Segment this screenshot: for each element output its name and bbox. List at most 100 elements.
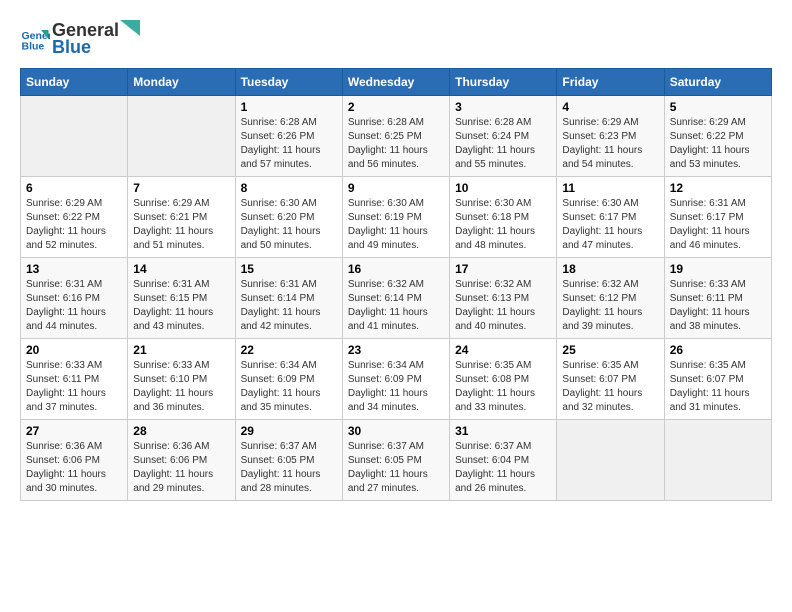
- calendar-table: SundayMondayTuesdayWednesdayThursdayFrid…: [20, 68, 772, 501]
- day-number: 8: [241, 181, 337, 195]
- day-number: 7: [133, 181, 229, 195]
- cell-0-2: 1 Sunrise: 6:28 AM Sunset: 6:26 PM Daylig…: [235, 96, 342, 177]
- cell-1-3: 9Sunrise: 6:30 AM Sunset: 6:19 PM Daylig…: [342, 177, 449, 258]
- day-content: Sunrise: 6:35 AM Sunset: 6:08 PM Dayligh…: [455, 359, 551, 415]
- week-row-2: 6 Sunrise: 6:29 AM Sunset: 6:22 PM Daylig…: [21, 177, 772, 258]
- day-number: 13: [26, 262, 122, 276]
- day-number: 29: [241, 424, 337, 438]
- day-number: 6: [26, 181, 122, 195]
- day-content: Sunrise: 6:28 AM Sunset: 6:25 PM Dayligh…: [348, 116, 444, 172]
- day-number: 5: [670, 100, 766, 114]
- day-number: 16: [348, 262, 444, 276]
- day-content: Sunrise: 6:37 AM Sunset: 6:05 PM Dayligh…: [241, 440, 337, 496]
- page-header: General Blue General Blue: [20, 20, 772, 58]
- logo-icon: General Blue: [20, 24, 50, 54]
- day-content: Sunrise: 6:32 AM Sunset: 6:12 PM Dayligh…: [562, 278, 658, 334]
- cell-0-0: [21, 96, 128, 177]
- day-number: 22: [241, 343, 337, 357]
- day-content: Sunrise: 6:33 AM Sunset: 6:10 PM Dayligh…: [133, 359, 229, 415]
- day-number: 1: [241, 100, 337, 114]
- cell-4-3: 30Sunrise: 6:37 AM Sunset: 6:05 PM Dayli…: [342, 420, 449, 501]
- day-number: 4: [562, 100, 658, 114]
- svg-text:Blue: Blue: [22, 41, 45, 53]
- day-content: Sunrise: 6:31 AM Sunset: 6:14 PM Dayligh…: [241, 278, 337, 334]
- cell-0-5: 4 Sunrise: 6:29 AM Sunset: 6:23 PM Daylig…: [557, 96, 664, 177]
- cell-2-3: 16 Sunrise: 6:32 AM Sunset: 6:14 PM Dayli…: [342, 258, 449, 339]
- day-number: 18: [562, 262, 658, 276]
- cell-2-2: 15 Sunrise: 6:31 AM Sunset: 6:14 PM Dayli…: [235, 258, 342, 339]
- cell-2-1: 14Sunrise: 6:31 AM Sunset: 6:15 PM Dayli…: [128, 258, 235, 339]
- header-row: SundayMondayTuesdayWednesdayThursdayFrid…: [21, 69, 772, 96]
- day-content: Sunrise: 6:29 AM Sunset: 6:23 PM Dayligh…: [562, 116, 658, 172]
- header-wednesday: Wednesday: [342, 69, 449, 96]
- day-content: Sunrise: 6:35 AM Sunset: 6:07 PM Dayligh…: [562, 359, 658, 415]
- day-number: 3: [455, 100, 551, 114]
- cell-0-3: 2 Sunrise: 6:28 AM Sunset: 6:25 PM Daylig…: [342, 96, 449, 177]
- day-content: Sunrise: 6:36 AM Sunset: 6:06 PM Dayligh…: [26, 440, 122, 496]
- logo-arrow-icon: [120, 20, 140, 36]
- day-content: Sunrise: 6:34 AM Sunset: 6:09 PM Dayligh…: [241, 359, 337, 415]
- day-content: Sunrise: 6:33 AM Sunset: 6:11 PM Dayligh…: [670, 278, 766, 334]
- header-thursday: Thursday: [450, 69, 557, 96]
- day-number: 2: [348, 100, 444, 114]
- cell-3-0: 20 Sunrise: 6:33 AM Sunset: 6:11 PM Dayli…: [21, 339, 128, 420]
- day-content: Sunrise: 6:30 AM Sunset: 6:18 PM Dayligh…: [455, 197, 551, 253]
- day-number: 11: [562, 181, 658, 195]
- week-row-5: 27 Sunrise: 6:36 AM Sunset: 6:06 PM Dayli…: [21, 420, 772, 501]
- day-content: Sunrise: 6:31 AM Sunset: 6:16 PM Dayligh…: [26, 278, 122, 334]
- logo: General Blue General Blue: [20, 20, 141, 58]
- header-tuesday: Tuesday: [235, 69, 342, 96]
- cell-4-5: [557, 420, 664, 501]
- day-content: Sunrise: 6:34 AM Sunset: 6:09 PM Dayligh…: [348, 359, 444, 415]
- day-content: Sunrise: 6:30 AM Sunset: 6:17 PM Dayligh…: [562, 197, 658, 253]
- day-number: 31: [455, 424, 551, 438]
- cell-2-0: 13 Sunrise: 6:31 AM Sunset: 6:16 PM Dayli…: [21, 258, 128, 339]
- cell-1-5: 11 Sunrise: 6:30 AM Sunset: 6:17 PM Dayli…: [557, 177, 664, 258]
- cell-4-2: 29 Sunrise: 6:37 AM Sunset: 6:05 PM Dayli…: [235, 420, 342, 501]
- day-content: Sunrise: 6:35 AM Sunset: 6:07 PM Dayligh…: [670, 359, 766, 415]
- cell-3-1: 21Sunrise: 6:33 AM Sunset: 6:10 PM Dayli…: [128, 339, 235, 420]
- day-number: 9: [348, 181, 444, 195]
- cell-0-1: [128, 96, 235, 177]
- cell-4-4: 31 Sunrise: 6:37 AM Sunset: 6:04 PM Dayli…: [450, 420, 557, 501]
- day-content: Sunrise: 6:32 AM Sunset: 6:13 PM Dayligh…: [455, 278, 551, 334]
- day-number: 26: [670, 343, 766, 357]
- cell-0-4: 3 Sunrise: 6:28 AM Sunset: 6:24 PM Daylig…: [450, 96, 557, 177]
- cell-3-2: 22 Sunrise: 6:34 AM Sunset: 6:09 PM Dayli…: [235, 339, 342, 420]
- cell-3-6: 26 Sunrise: 6:35 AM Sunset: 6:07 PM Dayli…: [664, 339, 771, 420]
- day-number: 15: [241, 262, 337, 276]
- day-content: Sunrise: 6:37 AM Sunset: 6:04 PM Dayligh…: [455, 440, 551, 496]
- day-number: 10: [455, 181, 551, 195]
- header-monday: Monday: [128, 69, 235, 96]
- header-saturday: Saturday: [664, 69, 771, 96]
- day-number: 23: [348, 343, 444, 357]
- week-row-1: 1 Sunrise: 6:28 AM Sunset: 6:26 PM Daylig…: [21, 96, 772, 177]
- day-content: Sunrise: 6:33 AM Sunset: 6:11 PM Dayligh…: [26, 359, 122, 415]
- day-number: 30: [348, 424, 444, 438]
- cell-3-5: 25 Sunrise: 6:35 AM Sunset: 6:07 PM Dayli…: [557, 339, 664, 420]
- day-content: Sunrise: 6:31 AM Sunset: 6:17 PM Dayligh…: [670, 197, 766, 253]
- week-row-4: 20 Sunrise: 6:33 AM Sunset: 6:11 PM Dayli…: [21, 339, 772, 420]
- day-content: Sunrise: 6:29 AM Sunset: 6:22 PM Dayligh…: [670, 116, 766, 172]
- cell-1-1: 7 Sunrise: 6:29 AM Sunset: 6:21 PM Daylig…: [128, 177, 235, 258]
- day-number: 20: [26, 343, 122, 357]
- cell-1-2: 8 Sunrise: 6:30 AM Sunset: 6:20 PM Daylig…: [235, 177, 342, 258]
- week-row-3: 13 Sunrise: 6:31 AM Sunset: 6:16 PM Dayli…: [21, 258, 772, 339]
- cell-2-4: 17Sunrise: 6:32 AM Sunset: 6:13 PM Dayli…: [450, 258, 557, 339]
- cell-4-0: 27 Sunrise: 6:36 AM Sunset: 6:06 PM Dayli…: [21, 420, 128, 501]
- day-number: 27: [26, 424, 122, 438]
- day-content: Sunrise: 6:36 AM Sunset: 6:06 PM Dayligh…: [133, 440, 229, 496]
- day-content: Sunrise: 6:32 AM Sunset: 6:14 PM Dayligh…: [348, 278, 444, 334]
- day-content: Sunrise: 6:30 AM Sunset: 6:20 PM Dayligh…: [241, 197, 337, 253]
- day-content: Sunrise: 6:28 AM Sunset: 6:26 PM Dayligh…: [241, 116, 337, 172]
- cell-1-4: 10 Sunrise: 6:30 AM Sunset: 6:18 PM Dayli…: [450, 177, 557, 258]
- cell-1-6: 12Sunrise: 6:31 AM Sunset: 6:17 PM Dayli…: [664, 177, 771, 258]
- day-content: Sunrise: 6:29 AM Sunset: 6:22 PM Dayligh…: [26, 197, 122, 253]
- day-number: 19: [670, 262, 766, 276]
- day-number: 28: [133, 424, 229, 438]
- day-content: Sunrise: 6:29 AM Sunset: 6:21 PM Dayligh…: [133, 197, 229, 253]
- day-number: 14: [133, 262, 229, 276]
- cell-2-5: 18 Sunrise: 6:32 AM Sunset: 6:12 PM Dayli…: [557, 258, 664, 339]
- day-content: Sunrise: 6:28 AM Sunset: 6:24 PM Dayligh…: [455, 116, 551, 172]
- day-number: 25: [562, 343, 658, 357]
